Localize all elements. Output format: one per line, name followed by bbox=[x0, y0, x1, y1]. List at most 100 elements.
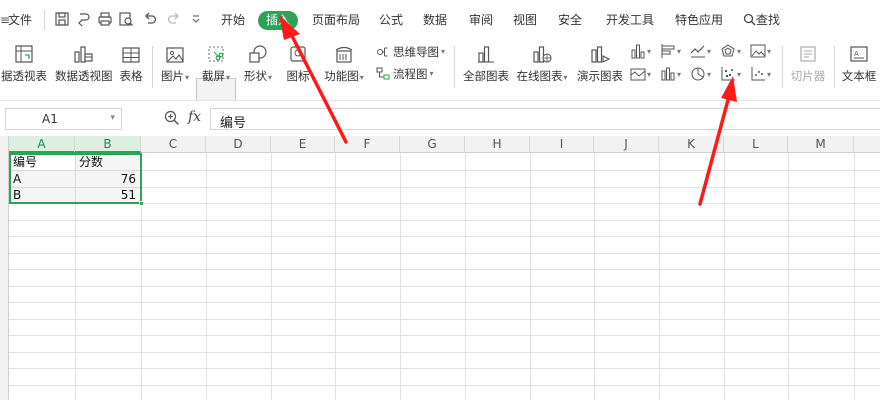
column-header-f[interactable]: F bbox=[335, 136, 400, 153]
radar-chart-icon bbox=[721, 44, 735, 57]
table-label: 表格 bbox=[119, 69, 143, 83]
chevron-down-icon: ▾ bbox=[184, 73, 189, 82]
tab-page-layout[interactable]: 页面布局 bbox=[312, 10, 360, 30]
pivot-chart-label: 数据透视图 bbox=[55, 69, 113, 83]
search-command[interactable]: 查找 bbox=[743, 10, 780, 30]
horizontal-bar-icon bbox=[661, 44, 675, 58]
area-chart-button[interactable]: ▾ bbox=[630, 65, 656, 83]
tab-view[interactable]: 视图 bbox=[513, 10, 537, 30]
grid-line bbox=[9, 368, 880, 369]
all-charts-button[interactable]: 全部图表 bbox=[462, 42, 510, 83]
insert-function-button[interactable]: fx bbox=[188, 109, 201, 125]
chevron-down-icon: ▾ bbox=[767, 69, 772, 79]
ribbon-divider bbox=[152, 46, 153, 88]
formula-content: 编号 bbox=[220, 116, 247, 131]
tab-home[interactable]: 开始 bbox=[221, 10, 245, 30]
pie-chart-button[interactable]: ▾ bbox=[690, 65, 716, 83]
textbox-button[interactable]: A 文本框 bbox=[838, 42, 880, 83]
scatter-chart-button[interactable]: ▾ bbox=[720, 65, 746, 83]
slicer-label: 切片器 bbox=[790, 69, 826, 83]
column-header-b[interactable]: B bbox=[75, 136, 141, 153]
radar-chart-button[interactable]: ▾ bbox=[720, 42, 746, 60]
grid-line bbox=[724, 153, 725, 400]
column-header-n[interactable] bbox=[854, 136, 880, 153]
textbox-icon: A bbox=[838, 42, 880, 64]
print-preview-icon[interactable] bbox=[118, 11, 134, 27]
grid-line bbox=[9, 385, 880, 386]
search-icon bbox=[743, 13, 756, 26]
grid-line bbox=[465, 153, 466, 400]
chevron-down-icon: ▾ bbox=[677, 69, 682, 79]
tab-security[interactable]: 安全 bbox=[558, 10, 582, 30]
column-header-e[interactable]: E bbox=[271, 136, 335, 153]
ribbon-divider bbox=[454, 46, 455, 88]
grid-line bbox=[206, 153, 207, 400]
icons-button[interactable]: 图标 bbox=[280, 42, 316, 83]
pivot-chart-button[interactable]: 数据透视图 bbox=[55, 42, 113, 83]
grid-line bbox=[659, 153, 660, 400]
ribbon-divider bbox=[834, 46, 835, 88]
pivot-table-button[interactable]: 据透视表 bbox=[0, 42, 48, 83]
column-header-l[interactable]: L bbox=[724, 136, 788, 153]
shapes-button[interactable]: 形状▾ bbox=[240, 42, 276, 85]
picture-chart-button[interactable]: ▾ bbox=[750, 42, 776, 60]
customize-toolbar-icon[interactable] bbox=[188, 11, 204, 27]
formula-input[interactable]: 编号 bbox=[210, 108, 880, 131]
slicer-icon bbox=[788, 42, 828, 64]
grid-line bbox=[9, 269, 880, 270]
column-chart-button[interactable]: ▾ bbox=[630, 42, 656, 60]
tab-review[interactable]: 审阅 bbox=[469, 10, 493, 30]
tab-formulas[interactable]: 公式 bbox=[379, 10, 403, 30]
cell-reference: A1 bbox=[42, 112, 58, 126]
combo-chart-button[interactable]: ▾ bbox=[750, 65, 776, 83]
flowchart-button[interactable]: 流程图 ▾ bbox=[376, 65, 434, 83]
tab-special-apps[interactable]: 特色应用 bbox=[675, 10, 723, 30]
function-chart-button[interactable]: 功能图▾ bbox=[322, 42, 366, 85]
mind-map-button[interactable]: 思维导图 ▾ bbox=[376, 43, 445, 61]
column-header-d[interactable]: D bbox=[206, 136, 271, 153]
name-box[interactable]: A1 ▾ bbox=[5, 108, 122, 130]
chevron-down-icon: ▾ bbox=[677, 46, 682, 56]
grid-line bbox=[9, 319, 880, 320]
slicer-button[interactable]: 切片器 bbox=[788, 42, 828, 83]
line-chart-button[interactable]: ▾ bbox=[690, 42, 716, 60]
chevron-down-icon: ▾ bbox=[647, 69, 652, 79]
select-all-corner[interactable] bbox=[0, 136, 9, 153]
tab-data[interactable]: 数据 bbox=[423, 10, 447, 30]
save-icon[interactable] bbox=[54, 11, 70, 27]
redo-icon[interactable] bbox=[166, 11, 182, 27]
fill-handle[interactable] bbox=[139, 201, 144, 206]
zoom-icon[interactable] bbox=[164, 110, 180, 126]
file-menu[interactable]: ≡文件 bbox=[0, 10, 32, 30]
chevron-down-icon: ▾ bbox=[767, 46, 772, 56]
picture-button[interactable]: 图片▾ bbox=[158, 42, 192, 85]
column-header-a[interactable]: A bbox=[9, 136, 75, 153]
tab-insert[interactable]: 插入 bbox=[258, 11, 299, 30]
grid-line bbox=[400, 153, 401, 400]
screenshot-label: 截屏 bbox=[201, 69, 225, 83]
column-header-h[interactable]: H bbox=[465, 136, 530, 153]
chevron-down-icon: ▾ bbox=[429, 69, 434, 78]
undo-history-icon[interactable] bbox=[76, 11, 92, 27]
spreadsheet-grid[interactable]: A B C D E F G H I J K L M 编号 分数 A 76 B 5… bbox=[0, 136, 880, 400]
column-header-i[interactable]: I bbox=[530, 136, 594, 153]
column-header-g[interactable]: G bbox=[400, 136, 465, 153]
scatter-chart-icon bbox=[721, 67, 735, 81]
bar-chart-button[interactable]: ▾ bbox=[660, 42, 686, 60]
screenshot-button[interactable]: 截屏▾ bbox=[196, 42, 236, 85]
online-charts-button[interactable]: 在线图表▾ bbox=[514, 42, 570, 85]
column-header-m[interactable]: M bbox=[788, 136, 854, 153]
table-button[interactable]: 表格 bbox=[117, 42, 145, 83]
stock-chart-button[interactable]: ▾ bbox=[660, 65, 686, 83]
grid-line bbox=[335, 153, 336, 400]
column-header-k[interactable]: K bbox=[659, 136, 724, 153]
demo-chart-icon bbox=[576, 42, 624, 64]
undo-icon[interactable] bbox=[142, 11, 158, 27]
column-header-c[interactable]: C bbox=[141, 136, 206, 153]
column-header-j[interactable]: J bbox=[594, 136, 659, 153]
demo-chart-button[interactable]: 演示图表 bbox=[576, 42, 624, 83]
chevron-down-icon: ▾ bbox=[737, 69, 742, 79]
scissors-icon bbox=[196, 42, 236, 64]
tab-developer-tools[interactable]: 开发工具 bbox=[606, 10, 654, 30]
print-icon[interactable] bbox=[97, 11, 113, 27]
